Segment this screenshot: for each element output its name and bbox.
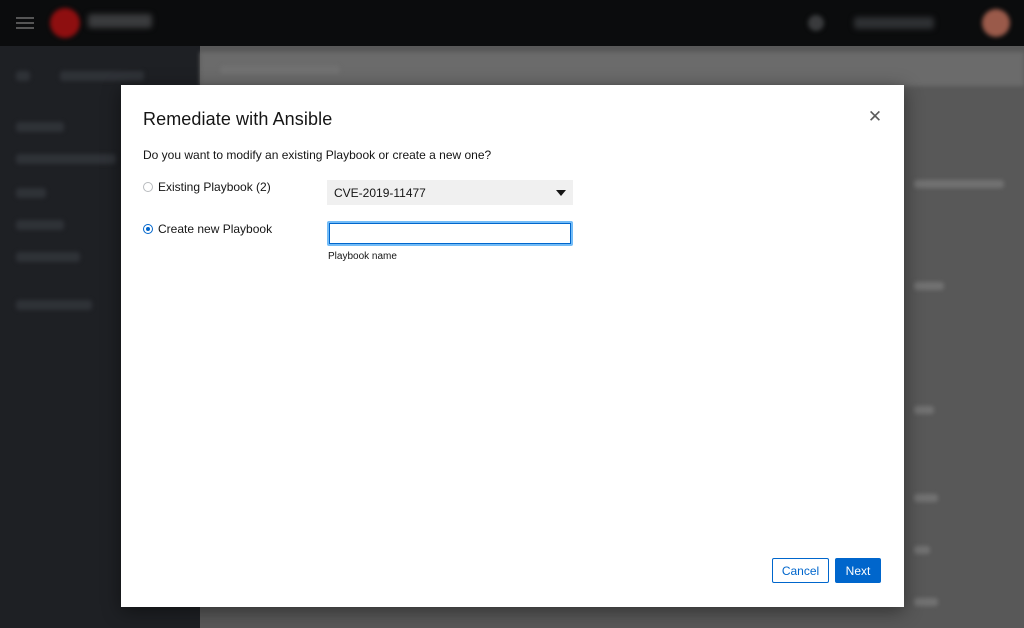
caret-down-icon bbox=[556, 190, 566, 196]
content-line bbox=[914, 406, 934, 414]
sidebar-item bbox=[16, 300, 92, 310]
close-icon: ✕ bbox=[867, 107, 883, 127]
remediate-modal: Remediate with Ansible ✕ Do you want to … bbox=[121, 85, 904, 607]
content-line bbox=[914, 282, 944, 290]
close-button[interactable]: ✕ bbox=[865, 107, 885, 127]
playbook-name-input[interactable] bbox=[327, 221, 573, 246]
sidebar-item-active bbox=[16, 154, 116, 164]
playbook-name-helper: Playbook name bbox=[328, 251, 397, 262]
question-text: Do you want to modify an existing Playbo… bbox=[143, 148, 492, 162]
existing-playbook-label: Existing Playbook (2) bbox=[158, 180, 271, 194]
app-header bbox=[0, 0, 1024, 46]
existing-playbook-radio[interactable] bbox=[143, 182, 153, 192]
content-line bbox=[914, 494, 938, 502]
modal-title: Remediate with Ansible bbox=[143, 109, 333, 129]
content-line bbox=[914, 180, 1004, 188]
sidebar-item bbox=[16, 220, 64, 230]
sidebar-item bbox=[16, 188, 46, 198]
help-icon bbox=[808, 15, 824, 31]
sidebar-app-name bbox=[60, 71, 144, 81]
cancel-button[interactable]: Cancel bbox=[772, 558, 829, 583]
create-playbook-option[interactable]: Create new Playbook bbox=[143, 222, 272, 236]
brand-logo-text bbox=[88, 14, 152, 28]
next-button[interactable]: Next bbox=[835, 558, 881, 583]
create-playbook-label: Create new Playbook bbox=[158, 222, 273, 236]
hamburger-icon bbox=[16, 14, 34, 32]
sidebar-item bbox=[16, 122, 64, 132]
existing-playbook-option[interactable]: Existing Playbook (2) bbox=[143, 180, 271, 194]
create-playbook-radio[interactable] bbox=[143, 224, 153, 234]
playbook-select[interactable]: CVE-2019-11477 bbox=[327, 180, 573, 205]
sidebar-app-icon bbox=[16, 71, 30, 81]
content-line bbox=[914, 598, 938, 606]
playbook-select-value: CVE-2019-11477 bbox=[334, 185, 426, 200]
brand-logo-icon bbox=[50, 8, 80, 38]
sidebar-item bbox=[16, 252, 80, 262]
user-menu bbox=[854, 17, 934, 29]
content-line bbox=[914, 546, 930, 554]
breadcrumb bbox=[220, 66, 340, 74]
avatar bbox=[982, 9, 1010, 37]
